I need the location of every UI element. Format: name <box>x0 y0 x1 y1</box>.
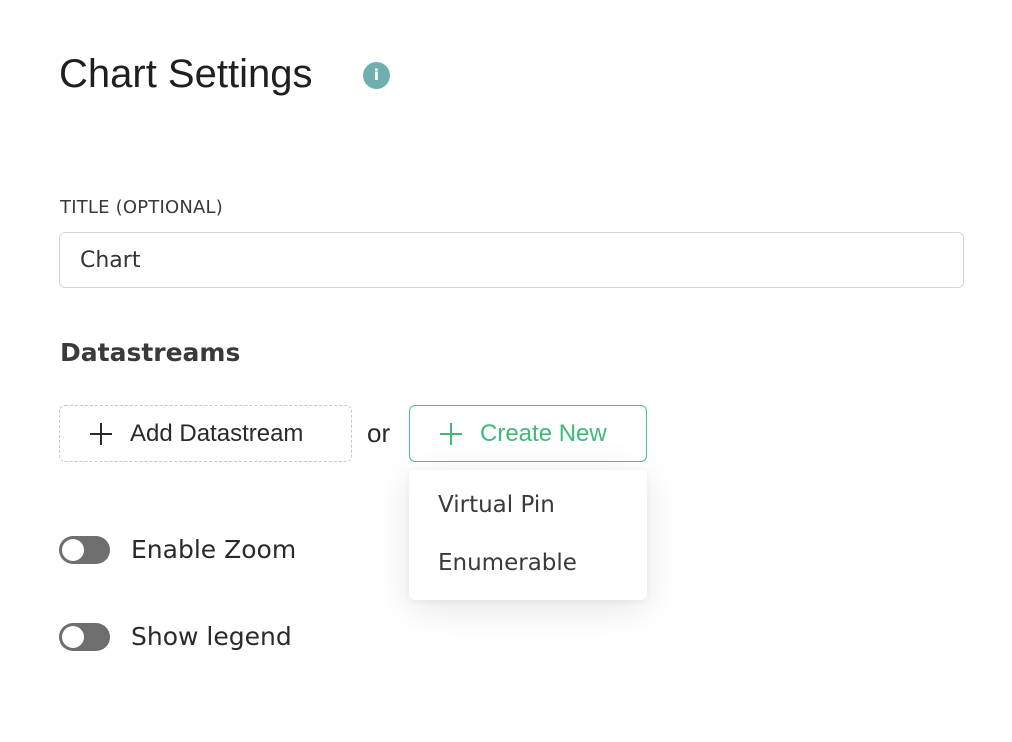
datastreams-heading: Datastreams <box>60 338 241 367</box>
show-legend-row: Show legend <box>59 622 292 651</box>
toggle-knob <box>62 538 84 561</box>
show-legend-label: Show legend <box>131 622 292 651</box>
plus-icon <box>90 422 112 445</box>
create-new-label: Create New <box>480 419 607 447</box>
create-new-button[interactable]: Create New <box>409 405 647 462</box>
add-datastream-label: Add Datastream <box>130 419 304 447</box>
title-field-label: TITLE (OPTIONAL) <box>60 197 223 218</box>
show-legend-toggle[interactable] <box>59 622 110 651</box>
or-separator: or <box>367 418 391 448</box>
toggle-knob <box>62 625 84 648</box>
title-input[interactable] <box>59 232 964 288</box>
menu-item-virtual-pin[interactable]: Virtual Pin <box>409 483 647 541</box>
enable-zoom-label: Enable Zoom <box>131 535 297 564</box>
add-datastream-button[interactable]: Add Datastream <box>59 405 352 462</box>
page-title: Chart Settings <box>59 52 313 96</box>
enable-zoom-row: Enable Zoom <box>59 535 296 564</box>
plus-icon <box>440 422 462 445</box>
menu-item-enumerable[interactable]: Enumerable <box>409 541 647 599</box>
info-icon[interactable]: i <box>363 62 390 89</box>
enable-zoom-toggle[interactable] <box>59 535 110 564</box>
create-new-dropdown: Virtual Pin Enumerable <box>409 470 647 600</box>
